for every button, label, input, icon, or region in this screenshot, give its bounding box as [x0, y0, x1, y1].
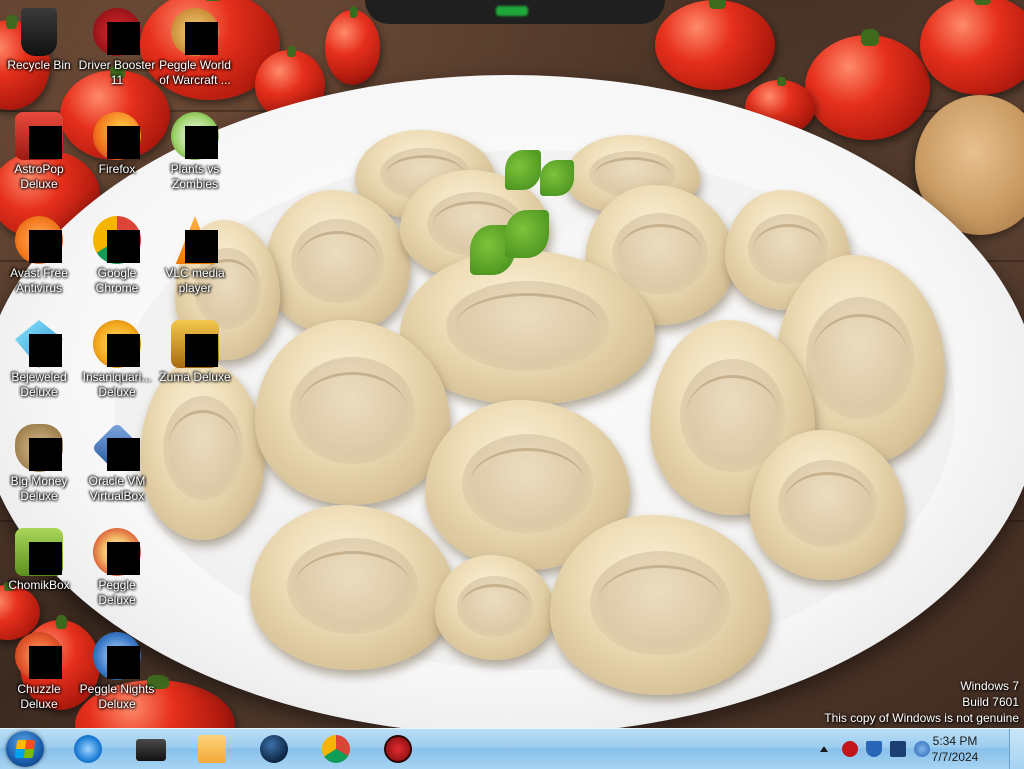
- parsley-leaf: [505, 210, 549, 258]
- plants-vs-zombies-icon: [171, 112, 219, 160]
- desktop-icon-driver-booster[interactable]: Driver Booster 11: [78, 8, 156, 88]
- desktop-icon-label: Peggle World of Warcraft ...: [159, 58, 231, 87]
- peggle-nights-icon: [93, 632, 141, 680]
- desktop-icon-peggle-nights[interactable]: Peggle Nights Deluxe: [78, 632, 156, 712]
- desktop-icon-label: Driver Booster 11: [78, 58, 156, 87]
- chrome-icon: [322, 735, 350, 763]
- clock-date: 7/7/2024: [931, 750, 979, 764]
- desktop-icon-label: Bejeweled Deluxe: [11, 370, 67, 399]
- tomato: [805, 28, 930, 140]
- desktop-icon-label: Avast Free Antivirus: [10, 266, 68, 295]
- insaniquarium-icon: [93, 320, 141, 368]
- show-desktop-button[interactable]: [1009, 729, 1024, 769]
- desktop-icon-plants-vs-zombies[interactable]: Plants vs Zombies: [156, 112, 234, 192]
- genuine-watermark: Windows 7 Build 7601 This copy of Window…: [824, 678, 1019, 726]
- desktop-icon-label: Peggle Nights Deluxe: [79, 682, 155, 711]
- desktop-icon-bejeweled[interactable]: Bejeweled Deluxe: [0, 320, 78, 400]
- big-money-icon: [15, 424, 63, 472]
- desktop-icon-peggle[interactable]: Peggle Deluxe: [78, 528, 156, 608]
- virtualbox-icon: [91, 422, 143, 474]
- network-monitor-icon[interactable]: [890, 741, 906, 757]
- taskbar-clock[interactable]: 5:34 PM 7/7/2024: [920, 733, 990, 765]
- tomato: [655, 0, 775, 90]
- zuma-icon: [171, 320, 219, 368]
- system-tray: 5:34 PM 7/7/2024: [812, 729, 1024, 769]
- desktop-icon-label: Google Chrome: [95, 266, 139, 295]
- gadget-indicator-icon: [496, 6, 528, 16]
- desktop-icon-label: Oracle VM VirtualBox: [88, 474, 146, 503]
- desktop-icon-big-money[interactable]: Big Money Deluxe: [0, 424, 78, 504]
- taskbar-globe-app[interactable]: [250, 731, 298, 767]
- desktop-icon-google-chrome[interactable]: Google Chrome: [78, 216, 156, 296]
- watermark-os: Windows 7: [960, 679, 1019, 693]
- desktop-icon-chomikbox[interactable]: ChomikBox: [0, 528, 78, 593]
- tomato: [920, 0, 1024, 95]
- desktop-icon-label: VLC media player: [165, 266, 225, 295]
- security-shield-icon[interactable]: [866, 741, 882, 757]
- clock-time: 5:34 PM: [932, 734, 978, 748]
- taskbar-media-player[interactable]: [188, 731, 236, 767]
- tomato: [325, 5, 380, 85]
- firefox-icon: [93, 112, 141, 160]
- vlc-icon: [171, 216, 219, 264]
- parsley-leaf: [540, 160, 574, 196]
- desktop-icon-label: Peggle Deluxe: [98, 578, 136, 607]
- desktop-icon-label: Chuzzle Deluxe: [17, 682, 61, 711]
- desktop-icon-firefox[interactable]: Firefox: [78, 112, 156, 177]
- chomikbox-icon: [15, 528, 63, 576]
- desktop-icon-vlc[interactable]: VLC media player: [156, 216, 234, 296]
- desktop-icon-label: ChomikBox: [8, 578, 70, 592]
- desktop-icon-virtualbox[interactable]: Oracle VM VirtualBox: [78, 422, 156, 504]
- desktop-icon-label: Recycle Bin: [7, 58, 71, 72]
- peggle-icon: [93, 528, 141, 576]
- taskbar-driver-booster[interactable]: [374, 731, 422, 767]
- windows-start-orb-icon[interactable]: [6, 731, 44, 767]
- driver-booster-icon: [93, 8, 141, 56]
- desktop-icon-peggle-wow[interactable]: Peggle World of Warcraft ...: [156, 8, 234, 88]
- driver-booster-icon: [384, 735, 412, 763]
- desktop-icon-label: AstroPop Deluxe: [14, 162, 64, 191]
- taskbar-internet-explorer[interactable]: [64, 731, 112, 767]
- media-center-icon: [136, 739, 166, 761]
- desktop-icon-chuzzle[interactable]: Chuzzle Deluxe: [0, 632, 78, 712]
- desktop-icon-zuma[interactable]: Zuma Deluxe: [156, 320, 234, 385]
- taskbar-media-center[interactable]: [126, 731, 174, 767]
- watermark-build: Build 7601: [962, 695, 1019, 709]
- astropop-icon: [15, 112, 63, 160]
- chrome-icon: [93, 216, 141, 264]
- desktop-icon-label: Plants vs Zombies: [170, 162, 220, 191]
- parsley-leaf: [505, 150, 541, 190]
- desktop-icon-label: Zuma Deluxe: [159, 370, 231, 384]
- internet-explorer-icon: [74, 735, 102, 763]
- chuzzle-icon: [15, 632, 63, 680]
- avast-icon: [15, 216, 63, 264]
- watermark-notice: This copy of Windows is not genuine: [824, 711, 1019, 725]
- desktop-icon-label: Insaniquari... Deluxe: [82, 370, 152, 399]
- desktop-icon-recycle-bin[interactable]: Recycle Bin: [0, 8, 78, 73]
- peggle-wow-icon: [171, 8, 219, 56]
- bejeweled-icon: [15, 320, 63, 368]
- desktop-icon-insaniquarium[interactable]: Insaniquari... Deluxe: [78, 320, 156, 400]
- desktop-icon-astropop[interactable]: AstroPop Deluxe: [0, 112, 78, 192]
- show-hidden-icons-chevron-icon[interactable]: [820, 746, 828, 752]
- globe-app-icon: [260, 735, 288, 763]
- taskbar: 5:34 PM 7/7/2024: [0, 728, 1024, 769]
- recycle-bin-icon: [15, 8, 63, 56]
- desktop-icon-label: Big Money Deluxe: [10, 474, 68, 503]
- desktop-icon-avast[interactable]: Avast Free Antivirus: [0, 216, 78, 296]
- desktop-icon-label: Firefox: [98, 162, 136, 176]
- driver-booster-tray-icon[interactable]: [842, 741, 858, 757]
- windows-media-player-icon: [198, 735, 226, 763]
- taskbar-chrome[interactable]: [312, 731, 360, 767]
